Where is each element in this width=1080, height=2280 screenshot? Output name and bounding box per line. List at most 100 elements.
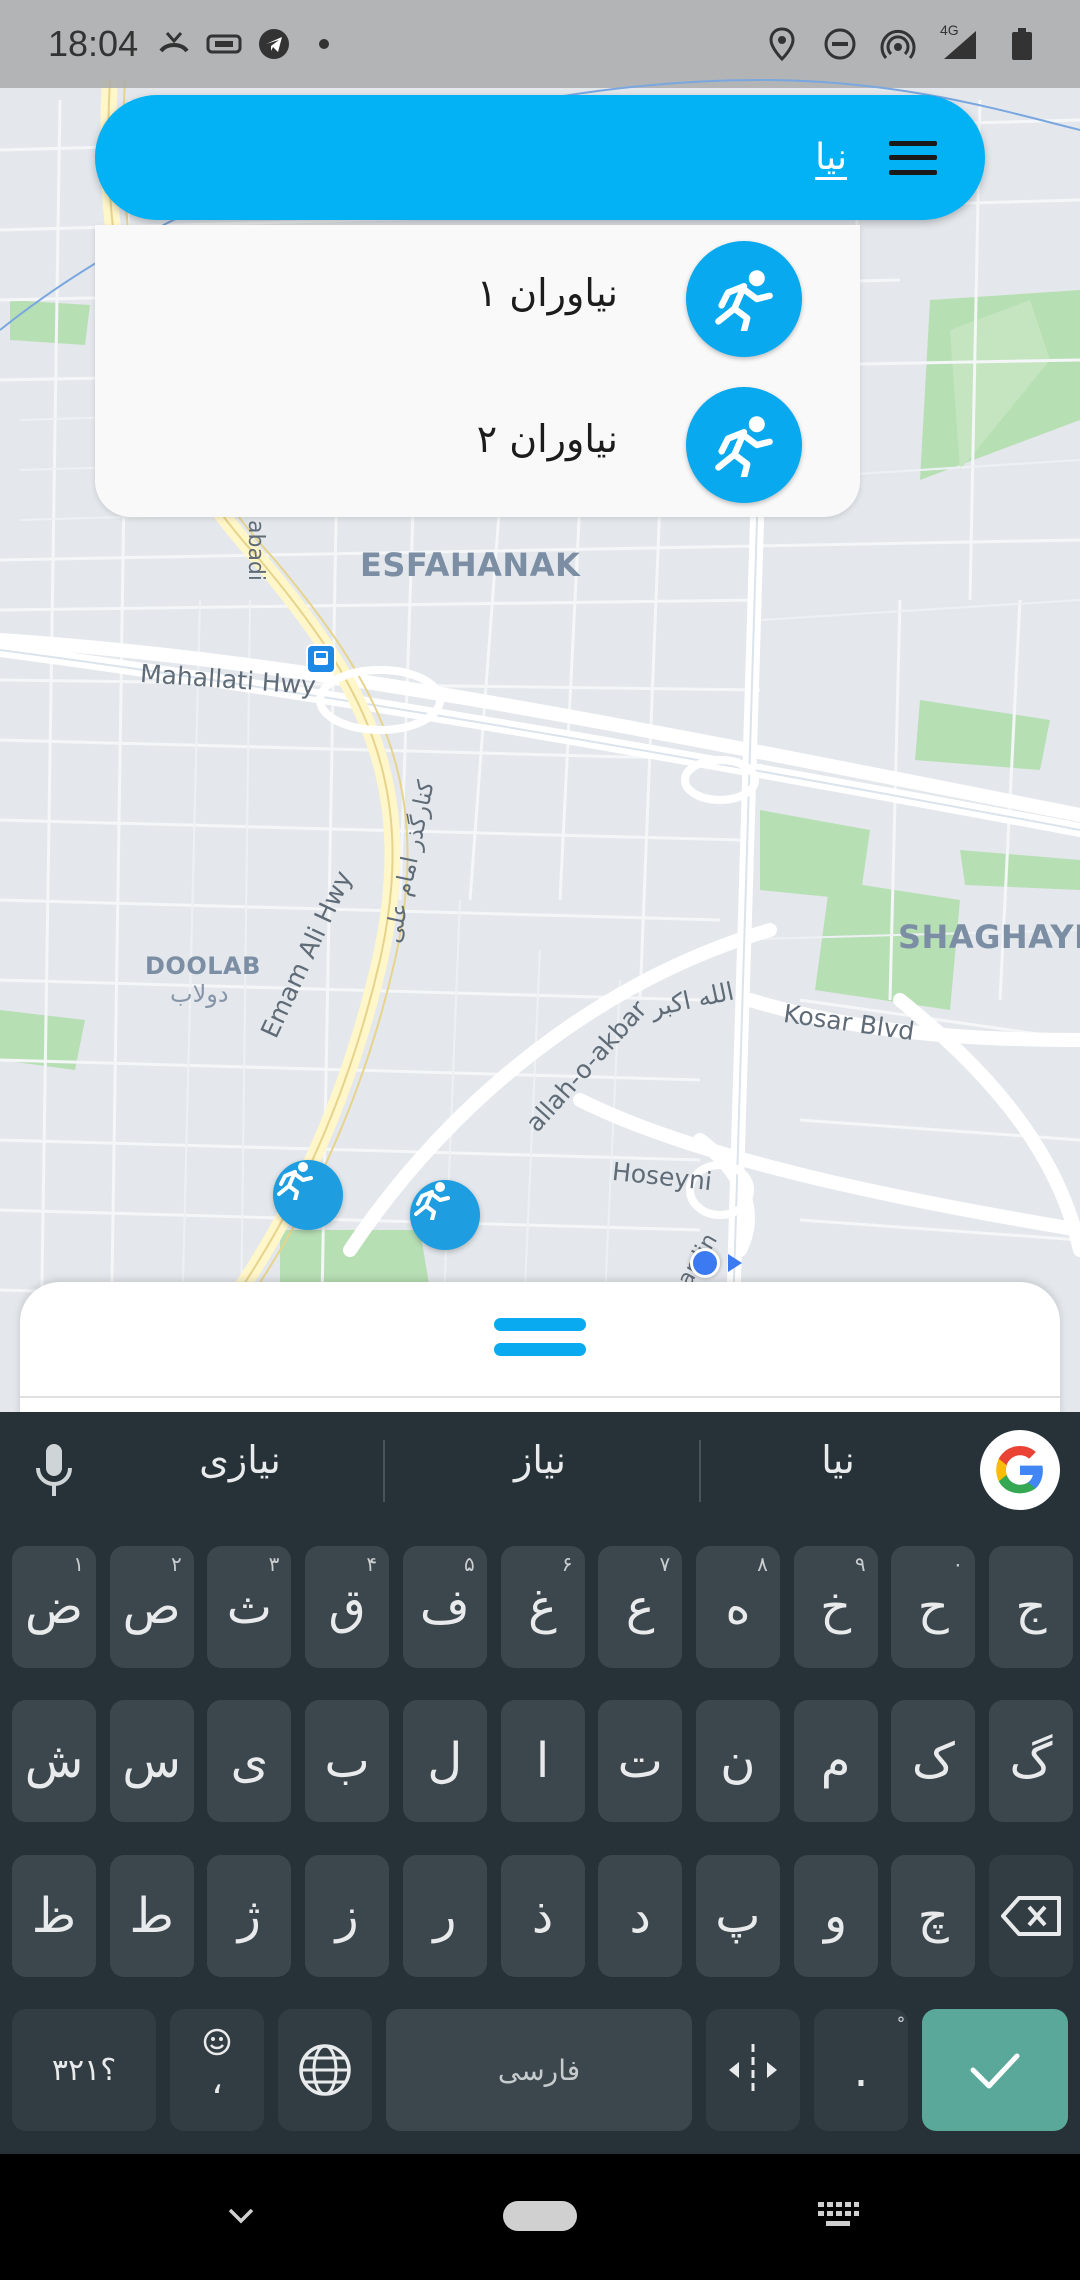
notification-dot-icon — [306, 26, 342, 62]
key-1[interactable]: ص۲ — [109, 1546, 194, 1668]
keyboard-switch-icon[interactable] — [816, 2198, 860, 2232]
key-1[interactable]: ط — [109, 1855, 194, 1977]
key-3[interactable]: ب — [305, 1700, 390, 1822]
microphone-icon[interactable] — [32, 1442, 76, 1498]
key-5[interactable]: ا — [500, 1700, 585, 1822]
key-1[interactable]: س — [109, 1700, 194, 1822]
key-7[interactable]: ه۸ — [695, 1546, 780, 1668]
key-3[interactable]: ق۴ — [305, 1546, 390, 1668]
suggestion-label: نیاوران ۲ — [476, 417, 618, 461]
key-label: ف — [419, 1579, 470, 1635]
key-4[interactable]: ل — [402, 1700, 487, 1822]
runner-icon — [686, 241, 802, 357]
key-label: ز — [335, 1888, 359, 1944]
key-hint: ۵ — [464, 1552, 475, 1576]
map-label-doolab: DOOLAB — [145, 952, 261, 980]
runner-map-pin[interactable] — [410, 1180, 480, 1250]
cursor-move-icon — [729, 2044, 777, 2096]
key-label: ک — [911, 1733, 955, 1789]
key-8[interactable]: و — [793, 1855, 878, 1977]
key-label: ب — [324, 1733, 370, 1789]
runner-map-pin[interactable] — [273, 1160, 343, 1230]
key-9[interactable]: چ — [891, 1855, 976, 1977]
key-label: غ — [528, 1579, 557, 1635]
drag-handle-icon[interactable] — [494, 1318, 586, 1356]
home-pill-button[interactable] — [503, 2201, 577, 2231]
hamburger-menu-icon[interactable] — [889, 140, 937, 175]
space-key[interactable]: فارسی — [386, 2009, 692, 2131]
sim-card-icon — [206, 26, 242, 62]
key-label: خ — [820, 1579, 852, 1635]
keyboard-suggestion[interactable]: نیا — [698, 1438, 978, 1482]
runner-icon — [277, 1162, 313, 1200]
bus-stop-icon[interactable] — [306, 644, 336, 674]
key-6[interactable]: ت — [598, 1700, 683, 1822]
key-2[interactable]: ژ — [207, 1855, 292, 1977]
enter-key[interactable] — [922, 2009, 1068, 2131]
key-0[interactable]: ض۱ — [12, 1546, 96, 1668]
period-key[interactable]: .ْ — [814, 2009, 908, 2131]
key-6[interactable]: د — [598, 1855, 683, 1977]
cursor-control-key[interactable] — [706, 2009, 800, 2131]
key-3[interactable]: ز — [305, 1855, 390, 1977]
soft-keyboard: نیازی نیاز نیا ض۱ص۲ث۳ق۴ف۵غ۶ع۷ه۸خ۹ح۰جشسیب… — [0, 1412, 1080, 2154]
key-8[interactable]: خ۹ — [793, 1546, 878, 1668]
key-label: ث — [226, 1579, 272, 1635]
key-10[interactable]: ج — [989, 1546, 1073, 1668]
key-5[interactable]: ذ — [500, 1855, 585, 1977]
navigation-bar — [0, 2154, 1080, 2280]
keyboard-suggestion[interactable]: نیاز — [400, 1438, 680, 1482]
key-8[interactable]: م — [793, 1700, 878, 1822]
key-5[interactable]: غ۶ — [500, 1546, 585, 1668]
key-label: ق — [328, 1579, 366, 1635]
key-label: ش — [24, 1733, 84, 1789]
do-not-disturb-icon — [822, 26, 858, 62]
key-label: ص — [122, 1579, 181, 1635]
key-7[interactable]: پ — [695, 1855, 780, 1977]
my-location-dot — [690, 1248, 720, 1278]
direction-arrow-icon — [728, 1254, 742, 1272]
key-7[interactable]: ن — [695, 1700, 780, 1822]
key-10[interactable]: گ — [989, 1700, 1073, 1822]
suggestion-item[interactable]: نیاوران ۱ — [95, 231, 860, 371]
key-label: ط — [129, 1888, 174, 1944]
key-4[interactable]: ف۵ — [402, 1546, 487, 1668]
key-9[interactable]: ک — [891, 1700, 976, 1822]
strip-separator — [383, 1440, 385, 1502]
missed-call-icon — [156, 26, 192, 62]
key-4[interactable]: ر — [402, 1855, 487, 1977]
key-9[interactable]: ح۰ — [891, 1546, 976, 1668]
key-label: ل — [427, 1733, 463, 1789]
key-6[interactable]: ع۷ — [598, 1546, 683, 1668]
location-icon — [764, 26, 800, 62]
key-hint: ۸ — [757, 1552, 768, 1576]
key-label: ت — [617, 1733, 663, 1789]
key-0[interactable]: ظ — [12, 1855, 96, 1977]
chevron-down-icon[interactable] — [224, 2198, 258, 2232]
suggestion-label: نیاوران ۱ — [476, 271, 618, 315]
key-hint: ۲ — [170, 1552, 182, 1576]
key-0[interactable]: ش — [12, 1700, 96, 1822]
keyboard-suggestion[interactable]: نیازی — [100, 1438, 380, 1482]
key-label: و — [824, 1888, 848, 1944]
bottom-sheet[interactable] — [20, 1282, 1060, 1417]
key-label: پ — [715, 1888, 761, 1944]
key-label: ض — [24, 1579, 84, 1635]
symbols-key[interactable]: ؟۳۲۱ — [12, 2009, 156, 2131]
language-key[interactable] — [278, 2009, 372, 2131]
status-bar: 18:04 4G — [0, 0, 1080, 88]
backspace-key[interactable] — [989, 1855, 1073, 1977]
signal-4g-icon: 4G — [938, 22, 982, 62]
key-2[interactable]: ی — [207, 1700, 292, 1822]
period-label: . — [853, 2042, 869, 2098]
runner-icon — [686, 387, 802, 503]
key-label: ی — [230, 1733, 269, 1789]
sheet-divider — [20, 1396, 1060, 1398]
google-logo-icon[interactable] — [980, 1430, 1060, 1510]
key-2[interactable]: ث۳ — [207, 1546, 292, 1668]
emoji-comma-key[interactable]: ، — [170, 2009, 264, 2131]
key-hint: ۹ — [854, 1552, 866, 1576]
search-bar[interactable]: نیا — [95, 95, 985, 220]
search-input[interactable]: نیا — [815, 137, 847, 178]
suggestion-item[interactable]: نیاوران ۲ — [95, 377, 860, 517]
